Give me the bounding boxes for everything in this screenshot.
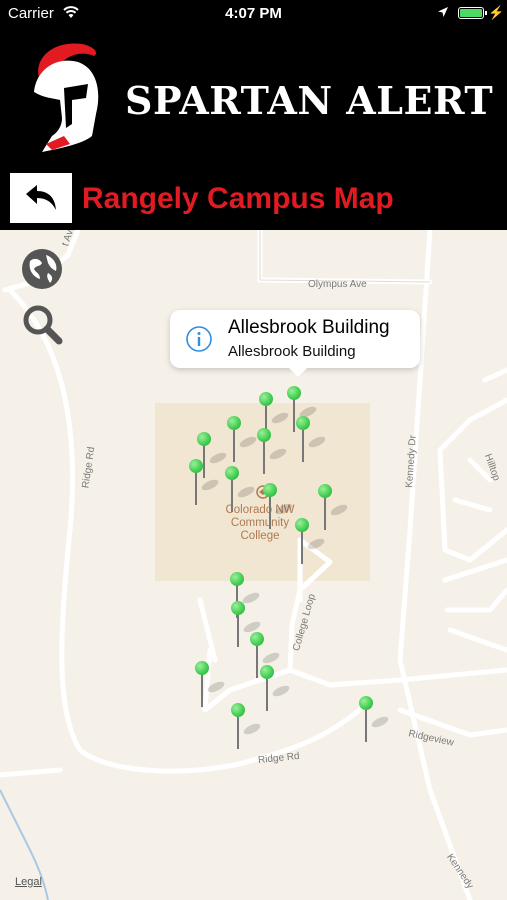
callout-title: Allesbrook Building [228, 317, 390, 338]
callout-subtitle: Allesbrook Building [228, 343, 356, 360]
clock: 4:07 PM [225, 5, 282, 22]
map-pin[interactable] [231, 703, 262, 751]
info-icon[interactable] [186, 326, 212, 352]
map-pin[interactable] [257, 428, 288, 476]
search-icon[interactable] [20, 302, 64, 346]
title-bar: Rangely Campus Map [0, 168, 507, 230]
map-pin[interactable] [263, 483, 294, 531]
battery-icon [458, 7, 487, 19]
app-brand-title: SPARTAN ALERT [125, 78, 494, 123]
map-pin[interactable] [295, 518, 326, 566]
pin-callout[interactable]: Allesbrook Building Allesbrook Building [170, 310, 420, 377]
map-pin[interactable] [189, 459, 220, 507]
map-pin[interactable] [296, 416, 327, 464]
road-label-olympus-ave: Olympus Ave [308, 279, 367, 290]
map-pin[interactable] [227, 416, 258, 464]
back-button[interactable] [10, 173, 72, 223]
map-pin[interactable] [318, 484, 349, 532]
legal-link[interactable]: Legal [15, 876, 42, 888]
campus-map[interactable]: t Ave Olympus Ave Ridge Rd Kennedy Dr Hi… [0, 230, 507, 900]
map-pin[interactable] [225, 466, 256, 514]
globe-icon[interactable] [20, 247, 64, 291]
location-arrow-icon [438, 7, 448, 17]
charging-icon: ⚡ [488, 5, 505, 20]
back-arrow-icon [26, 185, 56, 210]
map-pin[interactable] [231, 601, 262, 649]
status-bar: Carrier 4:07 PM ⚡ [0, 0, 507, 28]
map-pin[interactable] [260, 665, 291, 713]
map-pin[interactable] [359, 696, 390, 744]
page-title: Rangely Campus Map [82, 182, 394, 215]
app-header: SPARTAN ALERT [0, 28, 507, 168]
map-pin[interactable] [195, 661, 226, 709]
spartan-helmet-logo [34, 43, 99, 152]
